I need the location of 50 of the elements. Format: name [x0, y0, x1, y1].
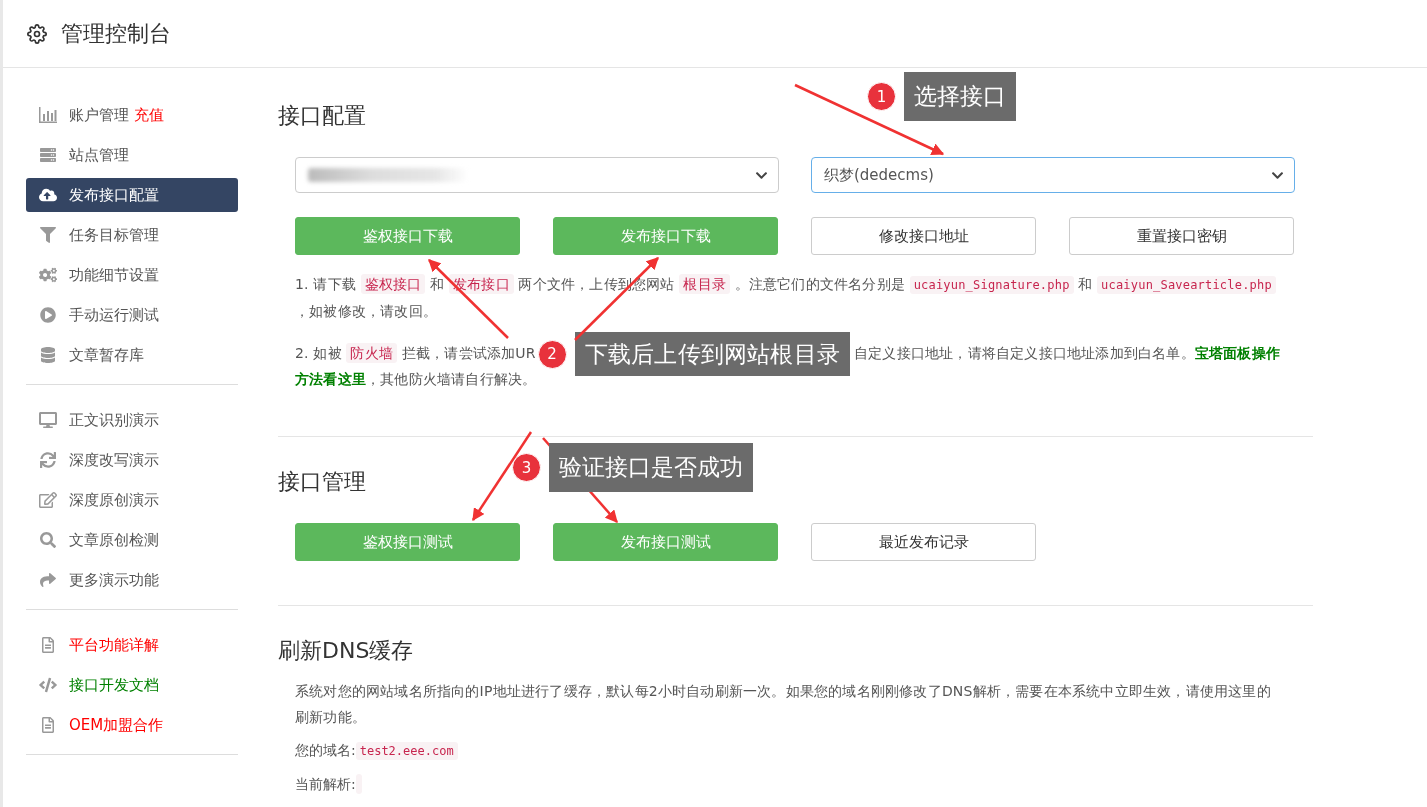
edit-icon — [39, 492, 57, 508]
section-title: 接口配置 — [278, 102, 366, 130]
sidebar-item[interactable]: 接口开发文档 — [26, 668, 238, 702]
bar-chart-icon — [39, 107, 57, 123]
callout-label: 验证接口是否成功 — [549, 443, 753, 492]
page-title: 管理控制台 — [61, 19, 171, 48]
sidebar-item[interactable]: 手动运行测试 — [26, 298, 238, 332]
sidebar-item[interactable]: 文章暂存库 — [26, 338, 238, 372]
document-icon — [39, 717, 57, 733]
select-field[interactable]: 织梦(dedecms) — [811, 157, 1295, 193]
share-icon — [39, 572, 57, 588]
server-icon — [39, 147, 57, 163]
resolve-label: 当前解析: — [295, 776, 356, 792]
button[interactable]: 重置接口密钥 — [1069, 217, 1294, 255]
section-title: 刷新DNS缓存 — [278, 637, 414, 665]
monitor-icon — [39, 412, 57, 428]
filter-icon — [39, 227, 57, 243]
play-icon — [39, 307, 57, 323]
sidebar-item[interactable]: 发布接口配置 — [26, 178, 238, 212]
step-number: 1 — [867, 82, 896, 111]
description-text: 系统对您的网站域名所指向的IP地址进行了缓存，默认每2小时自动刷新一次。如果您的域名刚刚修改了DNS解析，需要在本系统中立即生效，请使用这里的刷新功能。 — [295, 682, 1272, 727]
sidebar-item[interactable]: 账户管理 充值 — [26, 98, 238, 132]
search-icon — [39, 532, 57, 548]
sidebar-item[interactable]: 文章原创检测 — [26, 523, 238, 557]
sidebar-item[interactable]: 深度改写演示 — [26, 443, 238, 477]
sidebar-item[interactable]: 站点管理 — [26, 138, 238, 172]
domain-label: 您的域名: — [295, 742, 356, 758]
sidebar-item[interactable]: 平台功能详解 — [26, 628, 238, 662]
step-number: 3 — [512, 453, 541, 482]
callout-label: 选择接口 — [904, 72, 1016, 121]
section-title: 接口管理 — [278, 468, 366, 496]
sidebar-item[interactable]: OEM加盟合作 — [26, 708, 238, 742]
sidebar-item[interactable]: 深度原创演示 — [26, 483, 238, 517]
refresh-icon — [39, 452, 57, 468]
sidebar-item[interactable]: 正文识别演示 — [26, 403, 238, 437]
step-number: 2 — [537, 339, 567, 369]
select-field[interactable] — [295, 157, 779, 193]
gears-icon — [39, 267, 57, 283]
sidebar-item[interactable]: 任务目标管理 — [26, 218, 238, 252]
callout-label: 下载后上传到网站根目录 — [574, 332, 850, 376]
cloud-upload-icon — [39, 187, 57, 203]
code-icon — [39, 677, 57, 693]
settings-icon — [27, 23, 47, 44]
domain-value: test2.eee.com — [355, 742, 458, 760]
document-icon — [39, 637, 57, 653]
sidebar-item[interactable]: 更多演示功能 — [26, 563, 238, 597]
database-icon — [39, 347, 57, 363]
button[interactable]: 最近发布记录 — [811, 523, 1036, 561]
sidebar-item[interactable]: 功能细节设置 — [26, 258, 238, 292]
button[interactable]: 修改接口地址 — [811, 217, 1036, 255]
